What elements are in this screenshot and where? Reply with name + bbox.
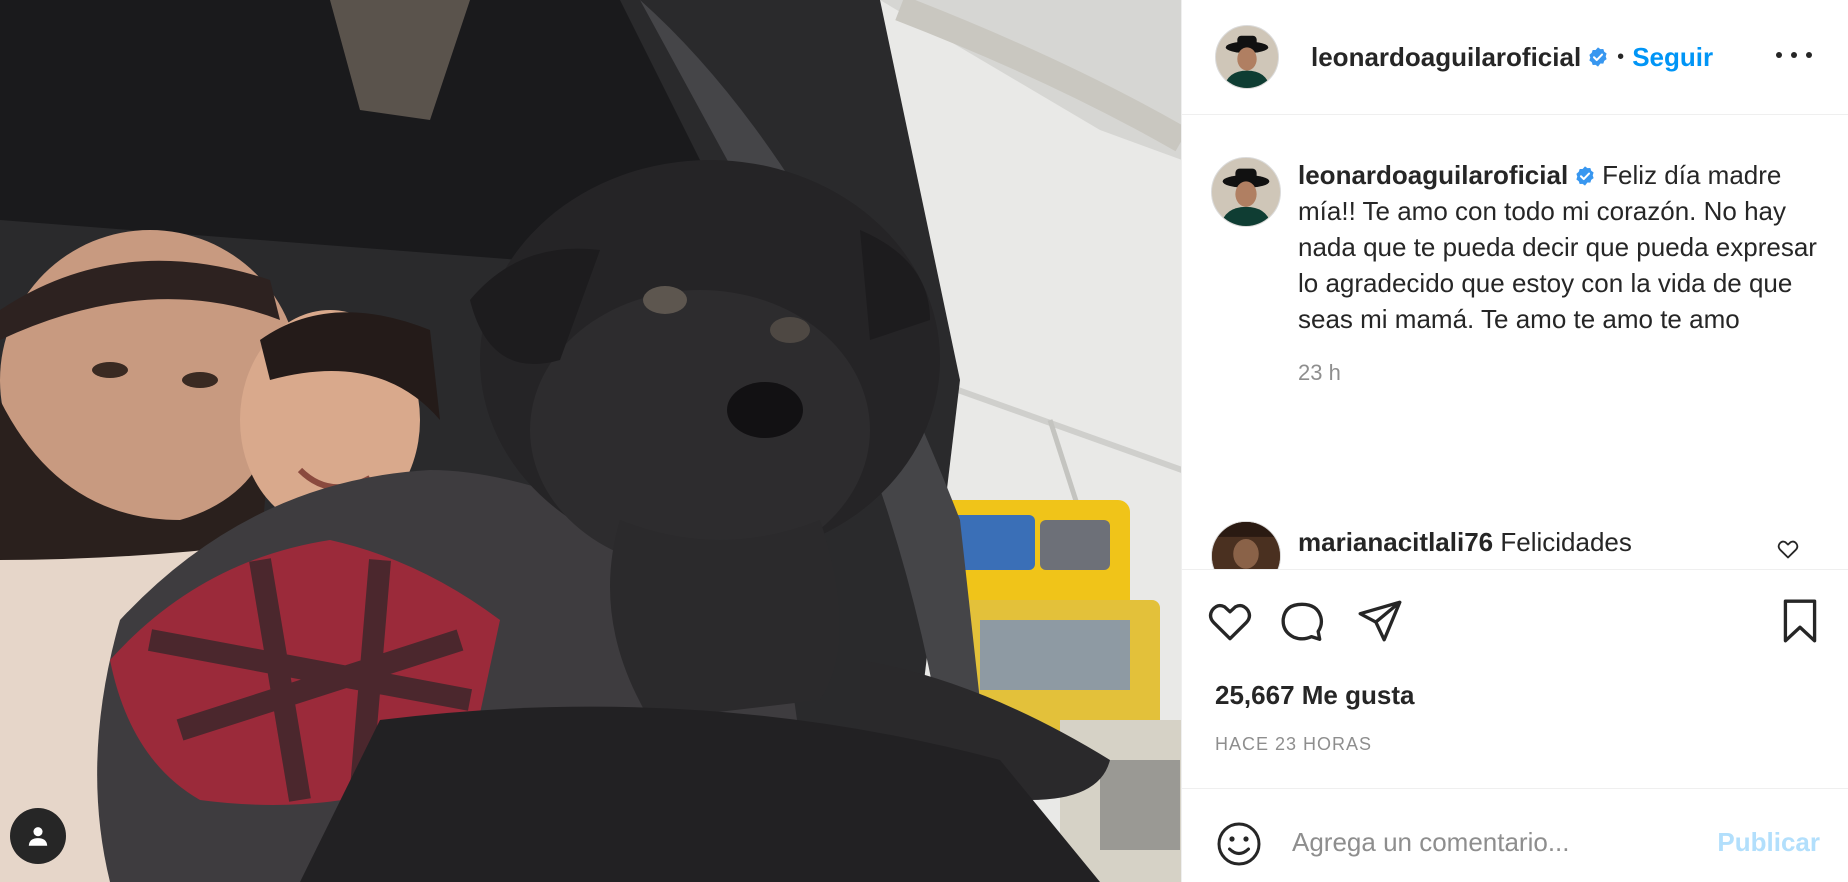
comments-section[interactable]: leonardoaguilaroficial Feliz día madre m… bbox=[1182, 116, 1848, 570]
caption-username[interactable]: leonardoaguilaroficial bbox=[1298, 160, 1568, 190]
bookmark-icon[interactable] bbox=[1775, 596, 1825, 646]
publish-button[interactable]: Publicar bbox=[1717, 827, 1820, 858]
likes-count[interactable]: 25,667 Me gusta bbox=[1215, 680, 1414, 711]
comment-heart-icon[interactable] bbox=[1776, 537, 1800, 561]
send-icon[interactable] bbox=[1355, 596, 1405, 646]
user-icon bbox=[28, 827, 48, 846]
post-caption: leonardoaguilaroficial Feliz día madre m… bbox=[1211, 157, 1821, 386]
post-header: leonardoaguilaroficial • Seguir bbox=[1182, 0, 1848, 115]
comment-input[interactable] bbox=[1292, 817, 1692, 867]
author-avatar[interactable] bbox=[1215, 25, 1279, 89]
verified-badge-icon bbox=[1589, 47, 1607, 67]
photo-man-woman-pug-in-car bbox=[0, 0, 1181, 882]
commenter-username[interactable]: marianacitlali76 bbox=[1298, 527, 1493, 557]
commenter-avatar[interactable] bbox=[1211, 521, 1281, 569]
caption-timestamp[interactable]: 23 h bbox=[1298, 360, 1821, 386]
follow-button[interactable]: Seguir bbox=[1632, 42, 1713, 73]
more-options-icon[interactable] bbox=[1776, 40, 1812, 70]
comment-text: marianacitlali76 Felicidades bbox=[1298, 527, 1632, 558]
post-actions-bar bbox=[1182, 596, 1848, 652]
post-time-ago[interactable]: HACE 23 HORAS bbox=[1215, 734, 1372, 755]
comment-composer: Publicar bbox=[1182, 788, 1848, 882]
caption-avatar-image bbox=[1212, 158, 1280, 226]
post-side-panel: leonardoaguilaroficial • Seguir leonardo… bbox=[1182, 0, 1848, 882]
comment-item: marianacitlali76 Felicidades bbox=[1211, 521, 1821, 569]
instagram-post: leonardoaguilaroficial • Seguir leonardo… bbox=[0, 0, 1848, 882]
comment-icon[interactable] bbox=[1277, 596, 1327, 646]
author-username[interactable]: leonardoaguilaroficial bbox=[1311, 42, 1581, 73]
comment-body: Felicidades bbox=[1500, 527, 1632, 557]
emoji-icon[interactable] bbox=[1215, 820, 1263, 868]
caption-author-avatar[interactable] bbox=[1211, 157, 1281, 227]
caption-text-block: leonardoaguilaroficial Feliz día madre m… bbox=[1298, 157, 1818, 337]
tagged-users-button[interactable] bbox=[10, 808, 66, 864]
separator-dot: • bbox=[1617, 45, 1625, 68]
post-photo[interactable] bbox=[0, 0, 1182, 882]
author-avatar-image bbox=[1216, 26, 1278, 88]
heart-icon[interactable] bbox=[1205, 596, 1255, 646]
verified-badge-icon bbox=[1576, 166, 1594, 186]
commenter-avatar-image bbox=[1212, 522, 1280, 569]
